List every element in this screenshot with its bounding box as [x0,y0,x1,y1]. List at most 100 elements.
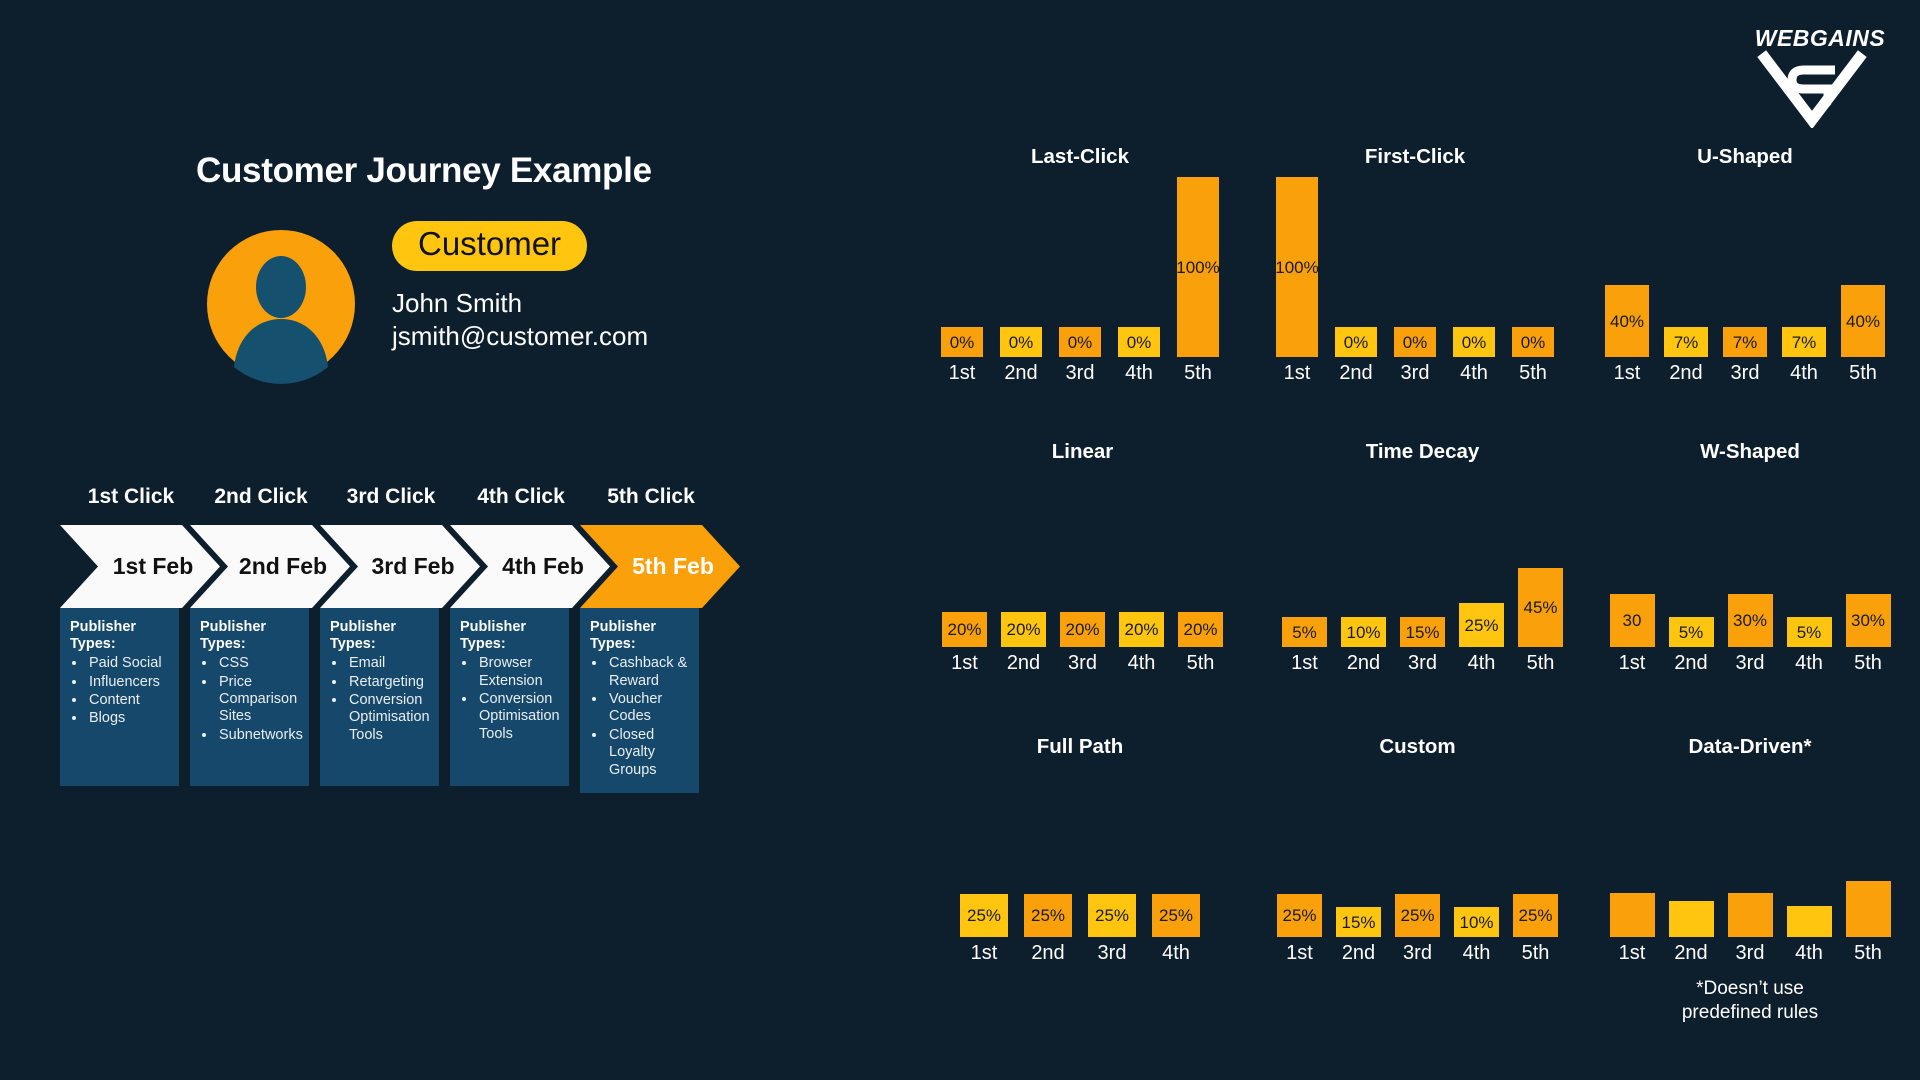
chart-bar[interactable]: 25% [1024,894,1072,937]
chart-bar-slot[interactable]: 100% 1st [1275,177,1319,383]
chart-bar[interactable] [1845,881,1891,937]
chart-bar[interactable]: 20% [1119,612,1164,647]
chart-bar[interactable]: 100% [1275,177,1319,357]
chart-bar[interactable] [1668,901,1714,937]
chart-bar-slot[interactable]: 0% 2nd [1335,327,1377,383]
chart-bar[interactable]: 25% [1395,894,1440,937]
chart-bar[interactable]: 20% [1178,612,1223,647]
chart-bar[interactable]: 5% [1668,617,1714,647]
chart-bar[interactable]: 40% [1841,285,1885,357]
chart-bars: 30 1st 5% 2nd 30% 3rd 5% 4th 30% 5th [1605,594,1895,673]
customer-badge: Customer [392,221,588,271]
chart-bar-slot[interactable]: 0% 1st [941,327,983,383]
chart-bar-slot[interactable]: 5% 2nd [1668,617,1714,673]
chart-bar[interactable]: 5% [1786,617,1832,647]
chart-bar[interactable]: 5% [1282,617,1327,647]
chart-bar-slot[interactable]: 0% 3rd [1394,327,1436,383]
chart-bar[interactable]: 20% [1001,612,1046,647]
chart-bar-slot[interactable]: 0% 5th [1512,327,1554,383]
chart-bar-slot[interactable]: 5% 1st [1282,617,1327,673]
chart-bar[interactable]: 0% [1118,327,1160,357]
chart-bar-slot[interactable]: 3rd [1727,893,1773,963]
chart-bar-slot[interactable]: 0% 4th [1453,327,1495,383]
chart-bar-slot[interactable]: 15% 3rd [1400,617,1445,673]
chart-bar-slot[interactable]: 7% 3rd [1723,327,1767,383]
chart-bar[interactable]: 0% [1000,327,1042,357]
chart-bar[interactable]: 25% [1459,603,1504,647]
chart-bar[interactable]: 0% [941,327,983,357]
chart-bar-slot[interactable]: 4th [1786,906,1832,963]
chart-bar[interactable]: 15% [1336,907,1381,937]
chart-bar[interactable]: 7% [1723,327,1767,357]
chart-bar[interactable]: 100% [1176,177,1220,357]
chart-bar-slot[interactable]: 0% 3rd [1059,327,1101,383]
chart-bar[interactable]: 0% [1394,327,1436,357]
chart-bar[interactable]: 20% [942,612,987,647]
chart-bar[interactable]: 0% [1512,327,1554,357]
chart-bar[interactable]: 40% [1605,285,1649,357]
chart-bar[interactable]: 0% [1059,327,1101,357]
chart-bar[interactable]: 25% [1088,894,1136,937]
chart-bar-slot[interactable]: 5% 4th [1786,617,1832,674]
chart-bar[interactable]: 7% [1782,327,1826,357]
chart-bar-slot[interactable]: 20% 1st [942,612,987,673]
chart-bar[interactable]: 10% [1454,907,1499,937]
chart-bar-slot[interactable]: 2nd [1668,901,1714,963]
chart-bar-slot[interactable]: 20% 4th [1119,612,1164,673]
chart-bar-slot[interactable]: 0% 4th [1118,327,1160,383]
chart-bar[interactable] [1609,893,1655,937]
chart-bar-slot[interactable]: 0% 2nd [1000,327,1042,383]
chart-bar-slot[interactable]: 20% 5th [1178,612,1223,673]
chart-bar-value-label: 10% [1346,622,1381,642]
chart-bar-slot[interactable]: 30 1st [1609,594,1655,673]
chart-x-tick-label: 4th [1795,652,1823,674]
chart-bar[interactable]: 25% [1277,894,1322,937]
chart-bar-slot[interactable]: 5th [1845,881,1891,963]
chart-bar[interactable]: 25% [1513,894,1558,937]
chart-bar[interactable]: 45% [1518,568,1563,647]
chart-bar-slot[interactable]: 100% 5th [1176,177,1220,383]
chart-bar[interactable]: 25% [1152,894,1200,937]
chart-bar-slot[interactable]: 25% 4th [1152,894,1200,963]
chart-bar-slot[interactable]: 45% 5th [1518,568,1563,673]
chart-bar[interactable]: 20% [1060,612,1105,647]
chart-bar[interactable]: 30% [1727,594,1773,647]
chart-bar-slot[interactable]: 7% 4th [1782,327,1826,383]
chart-bar[interactable]: 10% [1341,617,1386,647]
chart-bar[interactable]: 30 [1609,594,1655,647]
chart-bar-slot[interactable]: 25% 4th [1459,603,1504,673]
chart-bar[interactable]: 25% [960,894,1008,937]
chart-bar[interactable] [1727,893,1773,937]
chart-x-tick-label: 2nd [1346,652,1381,674]
chart-bar-slot[interactable]: 10% 2nd [1341,617,1386,673]
chart-bar-slot[interactable]: 25% 5th [1513,894,1558,963]
chart-bar-slot[interactable]: 15% 2nd [1336,907,1381,963]
chart-bar[interactable]: 15% [1400,617,1445,647]
chart-bar-slot[interactable]: 40% 5th [1841,285,1885,383]
journey-date-chevron[interactable]: 1st Feb [60,525,220,608]
chart-bar-slot[interactable]: 25% 3rd [1395,894,1440,963]
chart-bar[interactable]: 30% [1845,594,1891,647]
journey-column[interactable]: 1st Click1st FebPublisher Types:Paid Soc… [60,485,220,786]
chart-bar-slot[interactable]: 10% 4th [1454,907,1499,963]
chart-bar[interactable] [1786,906,1832,937]
publisher-type-item: Conversion Optimisation Tools [347,692,430,744]
chart-bar[interactable]: 0% [1453,327,1495,357]
chart-bar-slot[interactable]: 25% 1st [960,894,1008,963]
chart-bar-slot[interactable]: 1st [1609,893,1655,963]
chart-bar-slot[interactable]: 25% 3rd [1088,894,1136,963]
chart-bar-slot[interactable]: 20% 3rd [1060,612,1105,673]
chart-bar-slot[interactable]: 30% 3rd [1727,594,1773,673]
chart-bar-slot[interactable]: 30% 5th [1845,594,1891,673]
chart-bar-value-label: 5% [1678,622,1704,642]
chart-bar-slot[interactable]: 25% 1st [1277,894,1322,963]
chart-bar[interactable]: 7% [1664,327,1708,357]
chart-bar[interactable]: 0% [1335,327,1377,357]
chart-bar-slot[interactable]: 7% 2nd [1664,327,1708,383]
chart-bar-slot[interactable]: 20% 2nd [1001,612,1046,673]
chart-bar-slot[interactable]: 25% 2nd [1024,894,1072,963]
chart-bar-slot[interactable]: 40% 1st [1605,285,1649,383]
chart-custom: Custom 25% 1st 15% 2nd 25% 3rd 10% 4th 25% 5th [1270,735,1565,963]
chart-bar-value-label: 30 [1622,611,1642,630]
chart-x-tick-label: 3rd [1097,942,1127,964]
